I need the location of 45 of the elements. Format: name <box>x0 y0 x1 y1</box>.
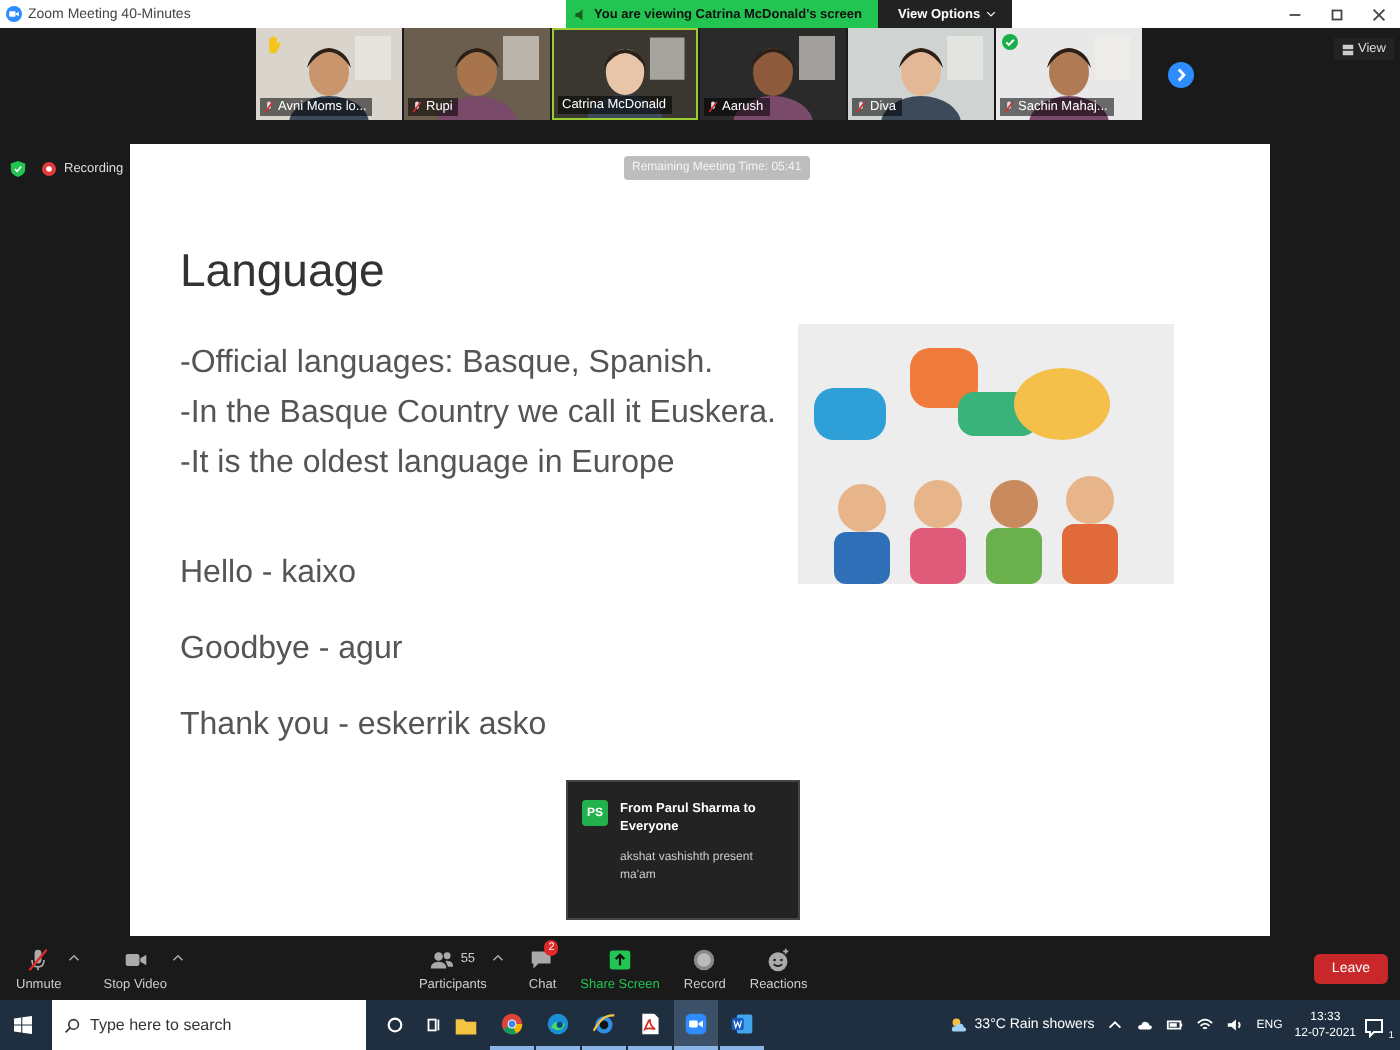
speaker-icon <box>574 7 588 21</box>
bullet-text: -In the Basque Country we call it Euskera. <box>180 394 778 434</box>
internet-explorer-icon <box>592 1011 616 1035</box>
caret-icon[interactable] <box>172 953 185 961</box>
shield-icon[interactable] <box>10 160 26 178</box>
recording-icon <box>42 162 56 176</box>
caret-icon[interactable] <box>492 953 505 961</box>
grid-icon <box>1342 43 1355 55</box>
phrase-text: Goodbye - agur <box>180 632 405 668</box>
windows-start-icon[interactable] <box>14 1016 32 1034</box>
caret-icon[interactable] <box>67 953 80 961</box>
folder-icon <box>454 1013 478 1037</box>
muted-mic-icon <box>26 947 51 971</box>
speaker-icon <box>1226 1016 1245 1034</box>
word-icon <box>730 1011 754 1035</box>
notification-icon <box>1364 1017 1384 1037</box>
phrase-text: Thank you - eskerrik asko <box>180 708 549 744</box>
share-screen-icon <box>608 947 633 971</box>
chat-icon <box>530 947 555 971</box>
chevron-up-icon[interactable] <box>1106 1016 1125 1034</box>
taskbar-app[interactable] <box>674 1000 718 1050</box>
close-icon[interactable] <box>1370 5 1388 23</box>
bullet-text: -It is the oldest language in Europe <box>180 444 677 484</box>
wifi-icon <box>1196 1016 1215 1034</box>
next-page-icon[interactable] <box>1168 61 1194 87</box>
pdf-icon <box>638 1011 662 1035</box>
cortana-icon[interactable] <box>386 1016 404 1034</box>
cloud-icon <box>1136 1016 1155 1034</box>
caret-icon <box>986 10 997 18</box>
phrase-text: Hello - kaixo <box>180 556 359 592</box>
video-camera-icon <box>684 1011 708 1035</box>
maximize-icon[interactable] <box>1328 5 1346 23</box>
cloud-icon <box>950 1016 969 1034</box>
smiley-icon <box>766 947 791 971</box>
search-box[interactable]: Type here to search <box>52 1000 366 1050</box>
people-icon <box>430 947 455 971</box>
chrome-icon <box>500 1011 524 1035</box>
edge-icon <box>546 1011 570 1035</box>
task-view-icon[interactable] <box>424 1016 442 1034</box>
record-icon <box>692 947 717 971</box>
bullet-text: -Official languages: Basque, Spanish. <box>180 344 716 384</box>
search-icon <box>64 1017 80 1033</box>
slide-title: Language <box>180 244 387 298</box>
battery-icon <box>1166 1016 1185 1034</box>
zoom-logo-icon <box>6 6 22 22</box>
